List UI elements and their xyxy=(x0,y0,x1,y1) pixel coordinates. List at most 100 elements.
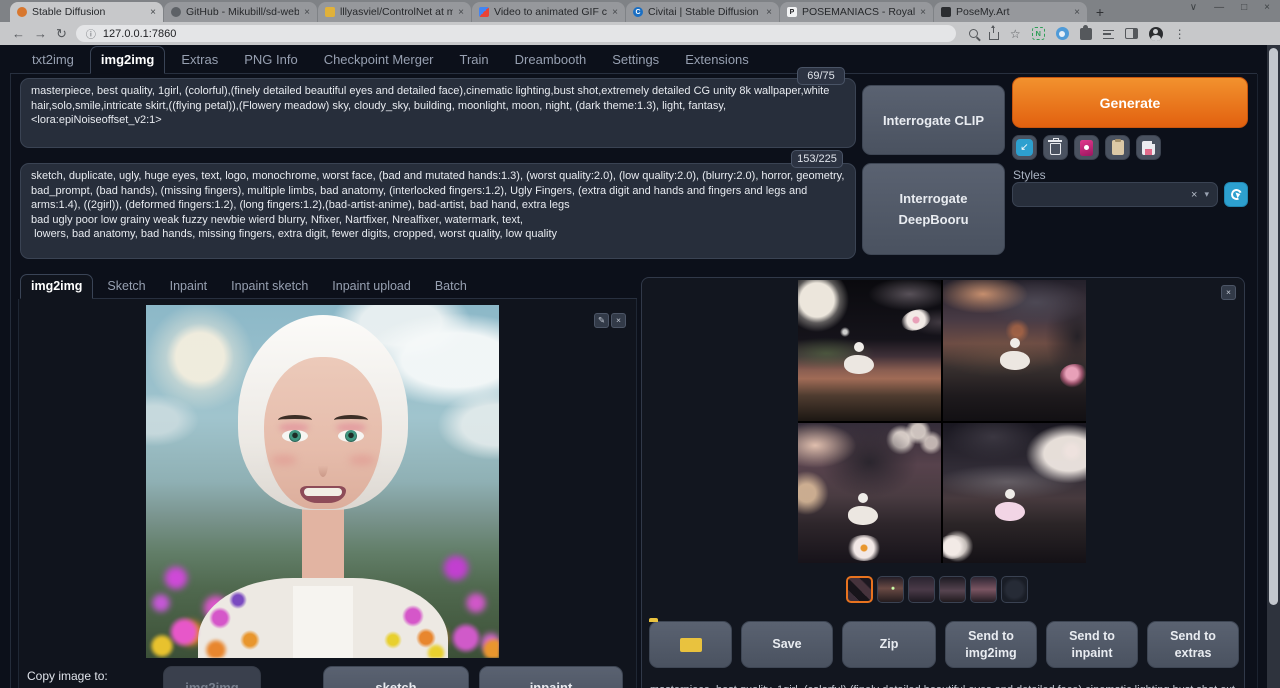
tab-img2img[interactable]: img2img xyxy=(90,46,165,74)
tab-sketch[interactable]: Sketch xyxy=(97,275,155,298)
minimize-icon[interactable]: — xyxy=(1214,2,1224,13)
close-tab-icon[interactable]: × xyxy=(920,7,926,18)
copy-to-inpaint-button[interactable]: inpaint xyxy=(479,666,623,688)
maximize-icon[interactable]: □ xyxy=(1241,2,1247,13)
clear-styles-icon[interactable]: × xyxy=(1191,189,1197,201)
reading-list-icon[interactable] xyxy=(1103,30,1114,39)
tab-png-info[interactable]: PNG Info xyxy=(234,47,307,73)
notion-extension-icon[interactable]: N xyxy=(1032,27,1045,40)
reload-icon[interactable]: ↻ xyxy=(56,27,67,40)
gallery-thumbnail-2[interactable] xyxy=(877,576,904,603)
tab-inpaint-sketch[interactable]: Inpaint sketch xyxy=(221,275,318,298)
refresh-styles-button[interactable] xyxy=(1224,182,1248,207)
extensions-puzzle-icon[interactable] xyxy=(1080,28,1092,40)
content-right-border xyxy=(1257,74,1258,688)
browser-tab-stable-diffusion[interactable]: Stable Diffusion × xyxy=(10,2,163,22)
tab-train[interactable]: Train xyxy=(450,47,499,73)
close-tab-icon[interactable]: × xyxy=(766,7,772,18)
tab-extensions[interactable]: Extensions xyxy=(675,47,759,73)
portrait-nose-art xyxy=(318,451,328,477)
open-folder-button[interactable] xyxy=(649,621,732,668)
copy-to-sketch-button[interactable]: sketch xyxy=(323,666,469,688)
content-left-border xyxy=(10,74,11,688)
toolbar-icons: ☆ N ⋮ xyxy=(969,27,1186,41)
zoom-icon[interactable] xyxy=(969,29,978,38)
styles-dropdown[interactable]: × ▾ xyxy=(1012,182,1218,207)
back-icon[interactable]: ← xyxy=(12,27,25,40)
tab-dreambooth[interactable]: Dreambooth xyxy=(505,47,597,73)
tab-txt2img[interactable]: txt2img xyxy=(22,47,84,73)
send-to-inpaint-button[interactable]: Send to inpaint xyxy=(1046,621,1138,668)
close-window-icon[interactable]: × xyxy=(1264,2,1270,13)
prompt-input[interactable]: masterpiece, best quality, 1girl, (color… xyxy=(20,78,856,148)
close-tab-icon[interactable]: × xyxy=(612,7,618,18)
portrait-teeth-art xyxy=(304,488,342,496)
save-style-button[interactable] xyxy=(1136,135,1161,160)
chevron-down-icon[interactable]: ▾ xyxy=(1204,189,1209,200)
share-icon[interactable] xyxy=(989,32,999,40)
tab-batch[interactable]: Batch xyxy=(425,275,477,298)
browser-menu-icon[interactable]: ⋮ xyxy=(1174,28,1186,40)
gallery-thumbnail-strip xyxy=(846,572,1028,606)
browser-tab-posemyart[interactable]: PoseMy.Art × xyxy=(934,2,1087,22)
edit-image-button[interactable]: ✎ xyxy=(594,313,609,328)
gallery-thumbnail-6[interactable] xyxy=(1001,576,1028,603)
output-image-grid xyxy=(798,280,1086,563)
tab-extras[interactable]: Extras xyxy=(171,47,228,73)
close-tab-icon[interactable]: × xyxy=(150,7,156,18)
apply-styles-button[interactable] xyxy=(1105,135,1130,160)
extra-networks-button[interactable] xyxy=(1074,135,1099,160)
bookmark-star-icon[interactable]: ☆ xyxy=(1010,28,1021,40)
copy-to-img2img-button[interactable]: img2img xyxy=(163,666,261,688)
output-image-3[interactable] xyxy=(798,423,941,564)
output-image-4[interactable] xyxy=(943,423,1086,564)
browser-tab-controlnet[interactable]: lllyasviel/ControlNet at main × xyxy=(318,2,471,22)
prompt-token-counter: 69/75 xyxy=(797,67,845,85)
gallery-thumbnail-5[interactable] xyxy=(970,576,997,603)
read-params-button[interactable]: ↙ xyxy=(1012,135,1037,160)
interrogate-deepbooru-button[interactable]: Interrogate DeepBooru xyxy=(862,163,1005,255)
browser-tab-github[interactable]: GitHub - Mikubill/sd-webui-con × xyxy=(164,2,317,22)
output-image-2[interactable] xyxy=(943,280,1086,421)
card-icon xyxy=(1080,140,1093,156)
scrollbar-thumb[interactable] xyxy=(1269,48,1278,605)
arrow-down-left-icon: ↙ xyxy=(1016,139,1033,156)
address-bar[interactable]: ⓘ 127.0.0.1:7860 xyxy=(76,25,956,42)
interrogate-clip-button[interactable]: Interrogate CLIP xyxy=(862,85,1005,155)
zip-button[interactable]: Zip xyxy=(842,621,936,668)
send-to-extras-button[interactable]: Send to extras xyxy=(1147,621,1239,668)
site-info-icon[interactable]: ⓘ xyxy=(86,26,96,41)
tab-checkpoint-merger[interactable]: Checkpoint Merger xyxy=(314,47,444,73)
page-scrollbar[interactable] xyxy=(1267,45,1280,688)
browser-tab-gif-converter[interactable]: Video to animated GIF converter × xyxy=(472,2,625,22)
source-image[interactable] xyxy=(146,305,499,658)
new-tab-button[interactable]: + xyxy=(1088,2,1112,22)
browser-tab-civitai[interactable]: C Civitai | Stable Diffusion models × xyxy=(626,2,779,22)
tab-img2img-mode[interactable]: img2img xyxy=(20,274,93,299)
tab-settings[interactable]: Settings xyxy=(602,47,669,73)
gallery-thumbnail-3[interactable] xyxy=(908,576,935,603)
tab-inpaint-upload[interactable]: Inpaint upload xyxy=(322,275,421,298)
browser-tab-posemaniacs[interactable]: P POSEMANIACS - Royalty free 3 × xyxy=(780,2,933,22)
save-button[interactable]: Save xyxy=(741,621,833,668)
gallery-thumbnail-1[interactable] xyxy=(846,576,873,603)
generate-button[interactable]: Generate xyxy=(1012,77,1248,128)
close-tab-icon[interactable]: × xyxy=(304,7,310,18)
extension-badge-icon[interactable] xyxy=(1056,27,1069,40)
stable-diffusion-favicon xyxy=(17,7,27,17)
output-image-1[interactable] xyxy=(798,280,941,421)
close-tab-icon[interactable]: × xyxy=(458,7,464,18)
profile-avatar[interactable] xyxy=(1149,27,1163,41)
forward-icon[interactable]: → xyxy=(34,27,47,40)
browser-menu-chevron-icon[interactable]: ∨ xyxy=(1190,2,1197,13)
send-to-img2img-button[interactable]: Send to img2img xyxy=(945,621,1037,668)
tab-inpaint[interactable]: Inpaint xyxy=(160,275,218,298)
flower-art xyxy=(899,306,934,334)
negative-prompt-input[interactable]: sketch, duplicate, ugly, huge eyes, text… xyxy=(20,163,856,259)
clear-image-button[interactable]: × xyxy=(611,313,626,328)
side-panel-icon[interactable] xyxy=(1125,28,1138,39)
close-gallery-button[interactable]: × xyxy=(1221,285,1236,300)
gallery-thumbnail-4[interactable] xyxy=(939,576,966,603)
close-tab-icon[interactable]: × xyxy=(1074,7,1080,18)
clear-prompt-button[interactable] xyxy=(1043,135,1068,160)
